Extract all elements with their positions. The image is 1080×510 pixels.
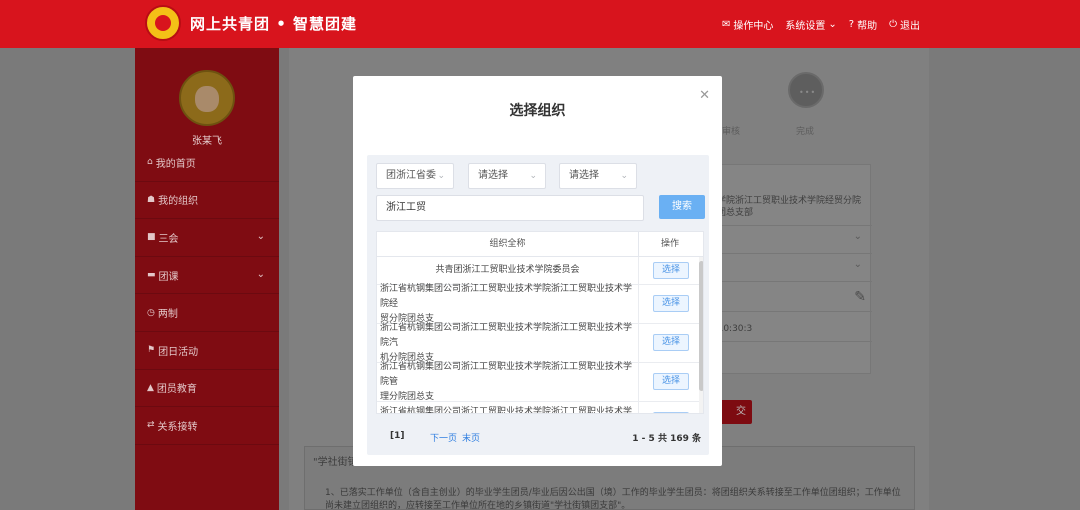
nav-logout[interactable]: ⏻ 退出 bbox=[889, 17, 920, 32]
form-org-text: 学院浙江工贸职业技术学院经贸分院团总支部 bbox=[717, 196, 862, 218]
question-circle-icon: ? bbox=[848, 19, 855, 30]
sidebar-item-two-systems[interactable]: ◷ 两制 bbox=[135, 294, 279, 332]
select-org-modal: 选择组织 ✕ 团浙江省委 ⌄ 请选择 ⌄ 请选择 ⌄ 浙江工贸 搜索 组织全称 … bbox=[353, 76, 722, 466]
page-total: 1 - 5 共 169 条 bbox=[632, 434, 701, 444]
org-name-cell: 共青团浙江工贸职业技术学院委员会 bbox=[377, 257, 639, 284]
nav-system-settings[interactable]: 系统设置 ⌄ bbox=[785, 17, 836, 32]
youth-league-logo bbox=[145, 5, 181, 41]
search-button[interactable]: 搜索 bbox=[659, 195, 705, 219]
modal-panel: 团浙江省委 ⌄ 请选择 ⌄ 请选择 ⌄ 浙江工贸 搜索 组织全称 操作 共青团浙… bbox=[367, 155, 709, 455]
modal-title: 选择组织 bbox=[509, 103, 566, 119]
table-scrollbar[interactable] bbox=[699, 257, 703, 413]
square-icon: ■ bbox=[147, 232, 156, 243]
nav-help[interactable]: ? 帮助 bbox=[849, 17, 877, 32]
home-icon: ⌂ bbox=[147, 157, 153, 168]
page-next-link[interactable]: 下一页 bbox=[430, 431, 457, 444]
org-name-cell: 浙江省杭钢集团公司浙江工贸职业技术学院浙江工贸职业技术学院管 理分院团总支 bbox=[377, 361, 639, 402]
select-org-button[interactable]: 选择 bbox=[653, 412, 689, 413]
sidebar-item-three-meetings[interactable]: ■ 三会 ⌄ bbox=[135, 219, 279, 257]
table-row: 浙江省杭钢集团公司浙江工贸职业技术学院浙江工贸职业技术学院管 理分院团总支 选择 bbox=[377, 361, 699, 402]
sidebar: 张某飞 ⌂ 我的首页 ☗ 我的组织 ■ 三会 ⌄ ▬ 团课 ⌄ ◷ 两制 ⚑ 团日活动 ▲ 团员教… bbox=[135, 48, 279, 510]
chevron-down-icon: ⌄ bbox=[853, 259, 862, 270]
org-name-cell: 浙江省杭钢集团公司浙江工贸职业技术学院浙江工贸职业技术学院汽 机分院团总支 bbox=[377, 322, 639, 363]
top-nav: ✉ 操作中心 系统设置 ⌄ ? 帮助 ⏻ 退出 bbox=[722, 17, 920, 32]
sidebar-item-label: 我的组织 bbox=[158, 196, 199, 208]
table-row: 浙江省杭钢集团公司浙江工贸职业技术学院浙江工贸职业技术学院 选择 bbox=[377, 402, 699, 414]
sidebar-item-member-education[interactable]: ▲ 团员教育 bbox=[135, 370, 279, 408]
select-value: 请选择 bbox=[478, 170, 508, 181]
sidebar-item-label: 团日活动 bbox=[158, 346, 199, 358]
nav-label: 操作中心 bbox=[733, 21, 774, 32]
sidebar-item-label: 关系接转 bbox=[157, 421, 198, 433]
graduation-icon: ▲ bbox=[147, 382, 154, 393]
select-value: 请选择 bbox=[569, 170, 599, 181]
select-org-button[interactable]: 选择 bbox=[653, 334, 689, 351]
nav-label: 退出 bbox=[900, 21, 920, 32]
org-name-line: 浙江省杭钢集团公司浙江工贸职业技术学院浙江工贸职业技术学院管 bbox=[380, 361, 633, 387]
sidebar-item-label: 团课 bbox=[158, 271, 179, 283]
step-label-complete: 完成 bbox=[796, 127, 815, 137]
org-name-line: 共青团浙江工贸职业技术学院委员会 bbox=[435, 265, 580, 275]
close-icon[interactable]: ✕ bbox=[699, 88, 710, 103]
org-name-line: 浙江省杭钢集团公司浙江工贸职业技术学院浙江工贸职业技术学院经 bbox=[380, 283, 633, 309]
chevron-down-icon: ⌄ bbox=[256, 268, 265, 280]
org-name-cell: 浙江省杭钢集团公司浙江工贸职业技术学院浙江工贸职业技术学院 bbox=[377, 402, 639, 414]
top-header: 网上共青团 • 智慧团建 ✉ 操作中心 系统设置 ⌄ ? 帮助 ⏻ 退出 bbox=[0, 0, 1080, 48]
chevron-down-icon: ⌄ bbox=[256, 231, 265, 243]
sidebar-item-league-day[interactable]: ⚑ 团日活动 bbox=[135, 332, 279, 370]
filter-district-select[interactable]: 请选择 ⌄ bbox=[559, 163, 637, 189]
sidebar-item-relation-transfer[interactable]: ⇄ 关系接转 bbox=[135, 407, 279, 445]
filter-city-select[interactable]: 请选择 ⌄ bbox=[468, 163, 546, 189]
envelope-icon: ✉ bbox=[721, 19, 731, 30]
chevron-down-icon: ⌄ bbox=[620, 171, 628, 181]
transfer-icon: ⇄ bbox=[147, 420, 155, 431]
page-current: [1] bbox=[390, 431, 405, 441]
org-name-cell: 浙江省杭钢集团公司浙江工贸职业技术学院浙江工贸职业技术学院经 贸分院团总支 bbox=[377, 283, 639, 324]
select-org-button[interactable]: 选择 bbox=[653, 262, 689, 279]
org-name-line: 浙江省杭钢集团公司浙江工贸职业技术学院浙江工贸职业技术学院汽 bbox=[380, 322, 633, 348]
select-org-button[interactable]: 选择 bbox=[653, 295, 689, 312]
nav-label: 帮助 bbox=[857, 21, 878, 32]
edit-icon[interactable]: ✎ bbox=[854, 289, 866, 305]
notice-body: 1、已落实工作单位（含自主创业）的毕业学生团员/毕业后因公出国（境）工作的毕业学… bbox=[325, 488, 901, 510]
nav-label: 系统设置 bbox=[785, 21, 826, 32]
sidebar-item-home[interactable]: ⌂ 我的首页 bbox=[135, 144, 279, 182]
scroll-thumb[interactable] bbox=[699, 261, 703, 391]
chevron-down-icon: ⌄ bbox=[853, 231, 862, 242]
table-row: 浙江省杭钢集团公司浙江工贸职业技术学院浙江工贸职业技术学院汽 机分院团总支 选择 bbox=[377, 322, 699, 363]
sidebar-item-label: 团员教育 bbox=[156, 384, 197, 396]
sidebar-item-my-org[interactable]: ☗ 我的组织 bbox=[135, 182, 279, 220]
page-last-link[interactable]: 末页 bbox=[462, 431, 480, 444]
sidebar-menu: ⌂ 我的首页 ☗ 我的组织 ■ 三会 ⌄ ▬ 团课 ⌄ ◷ 两制 ⚑ 团日活动 ▲ 团员教育 ⇄ 关… bbox=[135, 144, 279, 445]
folder-icon: ▬ bbox=[147, 270, 156, 281]
chevron-down-icon: ⌄ bbox=[437, 171, 445, 181]
step-label-review: 审核 bbox=[722, 127, 741, 137]
transfer-form: 学院浙江工贸职业技术学院经贸分院团总支部 ⌄ ⌄ ✎ 0 10:30:3 bbox=[706, 164, 872, 374]
chevron-down-icon: ⌄ bbox=[529, 171, 537, 181]
table-row: 浙江省杭钢集团公司浙江工贸职业技术学院浙江工贸职业技术学院经 贸分院团总支 选择 bbox=[377, 283, 699, 324]
table-header: 组织全称 操作 bbox=[377, 232, 703, 257]
step-circle-complete: ••• bbox=[788, 72, 824, 108]
search-input[interactable]: 浙江工贸 bbox=[376, 195, 644, 221]
group-icon: ☗ bbox=[147, 194, 156, 205]
notice-title: "学社街镇 bbox=[313, 457, 358, 468]
sidebar-item-league-class[interactable]: ▬ 团课 ⌄ bbox=[135, 257, 279, 295]
col-header-name: 组织全称 bbox=[377, 232, 639, 257]
chevron-down-icon: ⌄ bbox=[828, 19, 837, 30]
org-table: 组织全称 操作 共青团浙江工贸职业技术学院委员会 选择 浙江省杭钢集团公司浙江工… bbox=[376, 231, 704, 414]
sidebar-item-label: 两制 bbox=[157, 309, 178, 321]
sidebar-item-label: 我的首页 bbox=[155, 158, 196, 170]
select-org-button[interactable]: 选择 bbox=[653, 373, 689, 390]
col-header-op: 操作 bbox=[660, 239, 679, 249]
clock-icon: ◷ bbox=[147, 307, 155, 318]
org-name-line: 浙江省杭钢集团公司浙江工贸职业技术学院浙江工贸职业技术学院 bbox=[380, 407, 633, 414]
sidebar-item-label: 三会 bbox=[158, 233, 179, 245]
select-value: 团浙江省委 bbox=[386, 170, 436, 181]
nav-operation-center[interactable]: ✉ 操作中心 bbox=[722, 17, 773, 32]
filter-province-select[interactable]: 团浙江省委 ⌄ bbox=[376, 163, 454, 189]
brand-title: 网上共青团 • 智慧团建 bbox=[190, 15, 358, 33]
flag-icon: ⚑ bbox=[147, 345, 156, 356]
power-icon: ⏻ bbox=[889, 19, 897, 30]
avatar bbox=[179, 70, 235, 126]
